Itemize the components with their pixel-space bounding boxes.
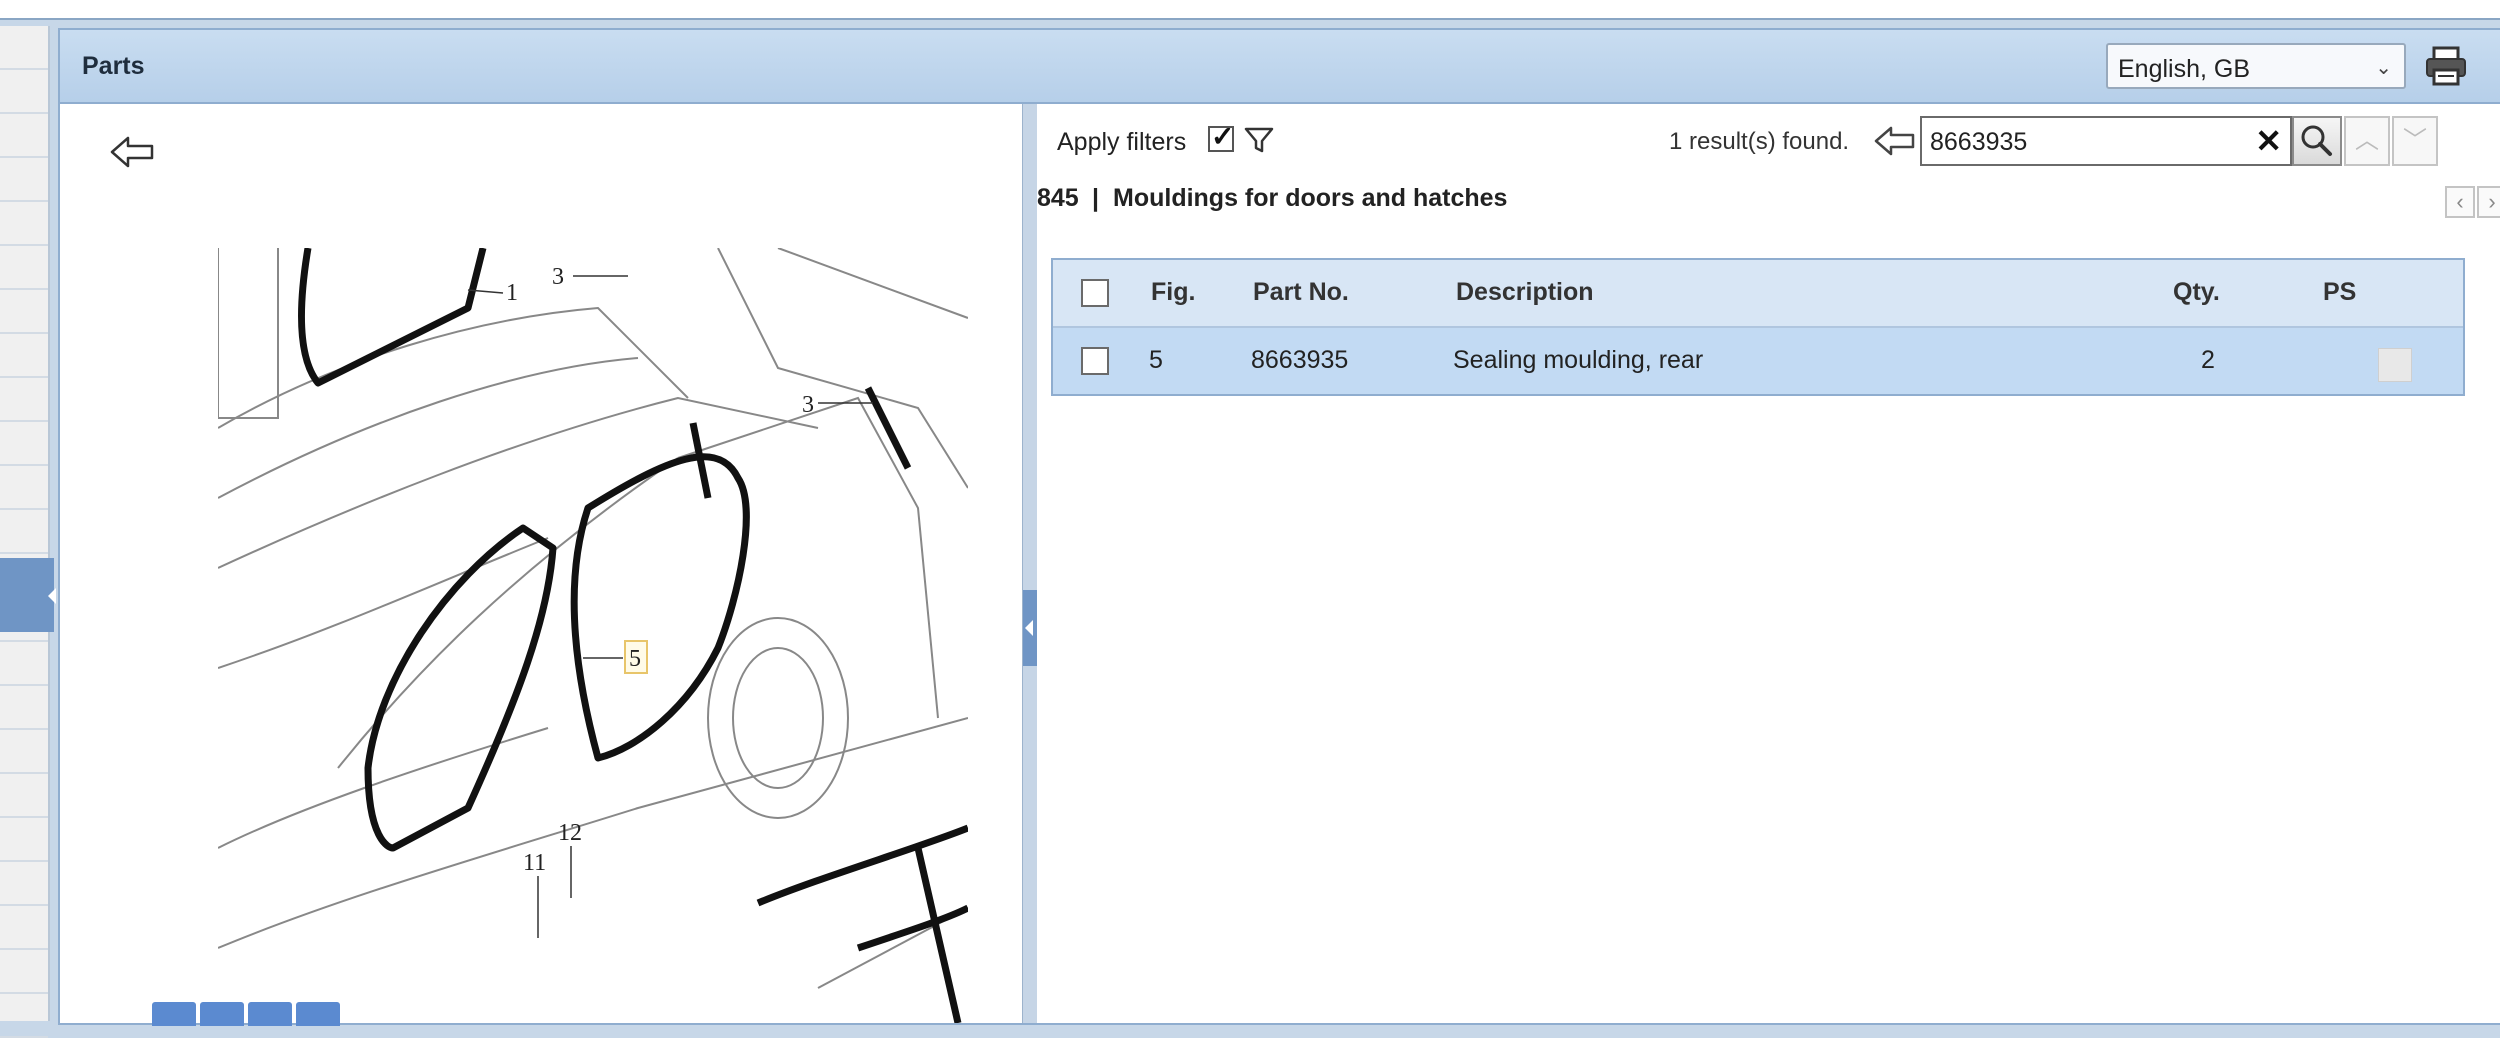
chevron-down-icon: ⌄ — [2375, 57, 2392, 79]
section-number: 845 — [1037, 184, 1079, 212]
diagram-toolbar — [152, 1002, 344, 1026]
language-select[interactable]: English, GB ⌄ — [2106, 43, 2406, 89]
cell-fig: 5 — [1149, 346, 1163, 374]
search-button[interactable] — [2292, 116, 2342, 166]
cell-description: Sealing moulding, rear — [1453, 346, 1704, 374]
top-strip — [0, 0, 2500, 20]
language-select-value: English, GB — [2118, 55, 2251, 83]
select-all-checkbox[interactable] — [1081, 279, 1109, 307]
parts-list-pane: Apply filters 1 result(s) found. 8663935… — [1037, 104, 2500, 1023]
page-previous-button[interactable]: ‹ — [2445, 186, 2475, 218]
apply-filters-checkbox[interactable] — [1208, 120, 1234, 153]
column-header-ps[interactable]: PS — [2323, 278, 2356, 307]
column-header-qty[interactable]: Qty. — [2173, 278, 2220, 307]
chevron-down-icon: ﹀ — [2403, 127, 2427, 154]
chevron-right-icon: › — [2488, 189, 2496, 214]
previous-result-button[interactable]: ︿ — [2344, 116, 2390, 166]
zoom-tool-icon[interactable] — [152, 1002, 196, 1026]
diagram-callout-selected[interactable]: 5 — [629, 646, 641, 672]
section-title: Mouldings for doors and hatches — [1113, 184, 1508, 212]
diagram-callout[interactable]: 12 — [558, 820, 582, 846]
diagram-callout[interactable]: 1 — [506, 280, 518, 306]
next-result-button[interactable]: ﹀ — [2392, 116, 2438, 166]
panel-header: Parts English, GB ⌄ — [60, 30, 2500, 104]
parts-diagram[interactable]: 1 3 3 5 12 11 — [218, 248, 968, 1023]
left-nav-collapse-handle[interactable] — [0, 558, 56, 632]
funnel-icon[interactable] — [1243, 124, 1275, 156]
fit-tool-icon[interactable] — [248, 1002, 292, 1026]
panel-title: Parts — [82, 52, 145, 80]
pan-tool-icon[interactable] — [200, 1002, 244, 1026]
splitter-handle[interactable] — [1023, 590, 1037, 666]
chevron-left-icon: ‹ — [2456, 189, 2464, 214]
diagram-pane: 1 3 3 5 12 11 — [62, 104, 1022, 1026]
diagram-callout[interactable]: 11 — [523, 850, 546, 876]
section-heading: 845 | Mouldings for doors and hatches — [1037, 184, 1508, 213]
close-icon[interactable]: ✕ — [2255, 122, 2282, 160]
apply-filters-label: Apply filters — [1057, 128, 1187, 156]
chevron-left-icon — [48, 588, 56, 604]
diagram-callout[interactable]: 3 — [802, 392, 814, 418]
cell-qty: 2 — [2201, 346, 2215, 374]
page-next-button[interactable]: › — [2477, 186, 2500, 218]
column-header-fig[interactable]: Fig. — [1151, 278, 1195, 307]
search-input-value: 8663935 — [1930, 128, 2028, 156]
table-header: Fig. Part No. Description Qty. PS — [1053, 260, 2463, 328]
left-nav-rail — [0, 26, 56, 1038]
search-input[interactable]: 8663935 ✕ — [1920, 116, 2292, 166]
column-header-part-no[interactable]: Part No. — [1253, 278, 1349, 307]
printer-icon[interactable] — [2422, 42, 2470, 90]
magnifier-icon — [2301, 125, 2332, 156]
reset-tool-icon[interactable] — [296, 1002, 340, 1026]
cell-part-no: 8663935 — [1251, 346, 1349, 374]
column-header-description[interactable]: Description — [1456, 278, 1594, 307]
row-select-checkbox[interactable] — [1081, 347, 1109, 375]
back-arrow-icon[interactable] — [1873, 124, 1917, 158]
parts-panel: Parts English, GB ⌄ 1 3 3 5 12 11 Apply … — [58, 28, 2500, 1026]
note-icon[interactable] — [2378, 348, 2412, 382]
table-row[interactable]: 5 8663935 Sealing moulding, rear 2 — [1053, 328, 2463, 394]
back-arrow-icon[interactable] — [108, 134, 158, 170]
section-separator: | — [1092, 184, 1099, 212]
parts-table: Fig. Part No. Description Qty. PS 5 8663… — [1051, 258, 2465, 396]
chevron-left-icon — [1025, 620, 1033, 636]
pane-splitter[interactable] — [1022, 104, 1038, 1023]
diagram-callout[interactable]: 3 — [552, 264, 564, 290]
result-count: 1 result(s) found. — [1669, 128, 1850, 155]
chevron-up-icon: ︿ — [2355, 127, 2379, 154]
